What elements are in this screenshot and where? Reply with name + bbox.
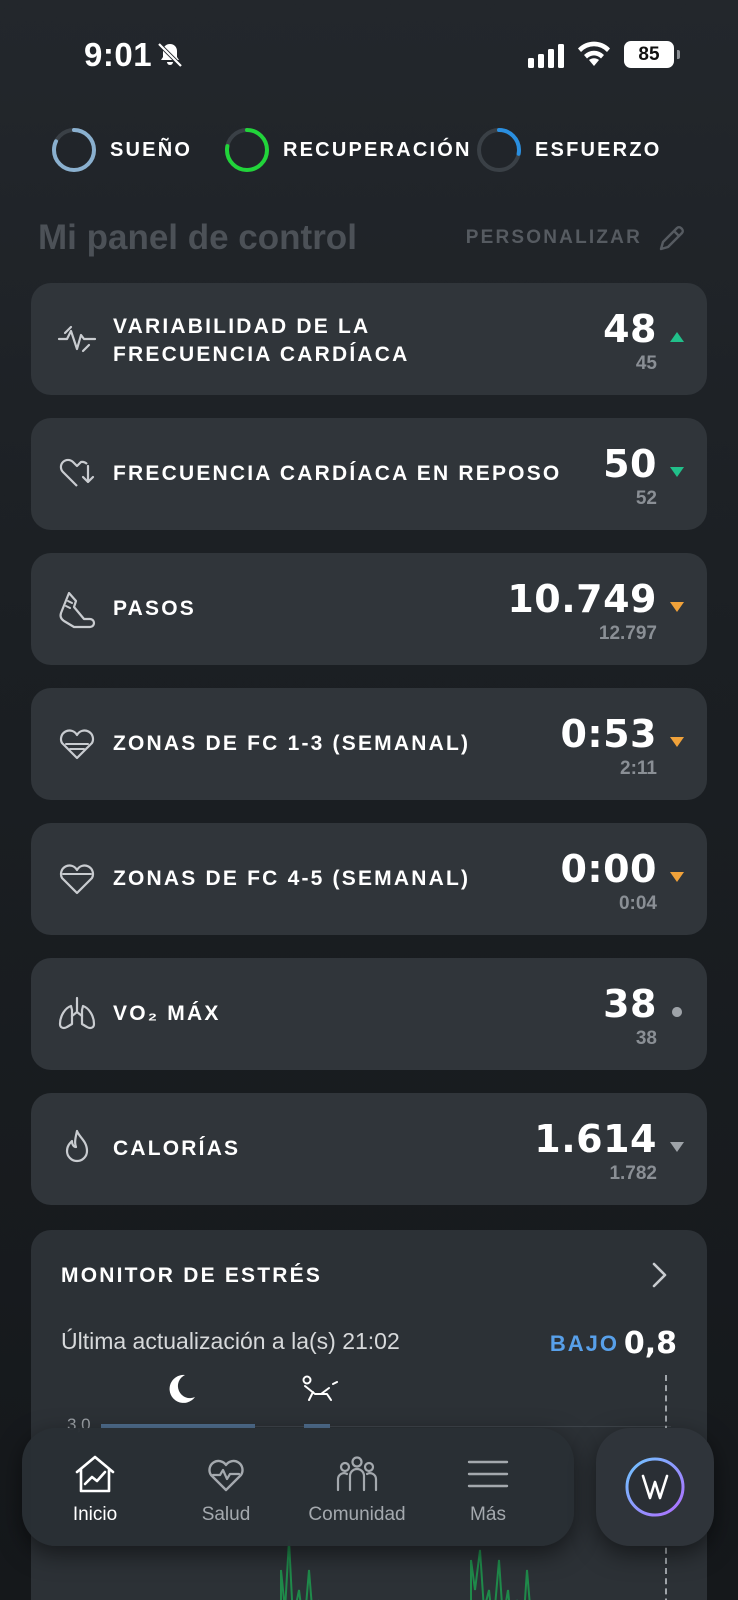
metric-value: 0:00	[560, 847, 657, 891]
metric-baseline: 12.797	[598, 623, 657, 644]
metric-label-line1: VARIABILIDAD DE LA	[113, 315, 371, 338]
metric-label: CALORÍAS	[113, 1137, 241, 1160]
metric-label-line2: FRECUENCIA CARDÍACA	[113, 343, 410, 366]
flame-icon	[65, 1129, 89, 1163]
metric-label: ZONAS DE FC 4-5 (SEMANAL)	[113, 867, 471, 890]
metric-card-hrv[interactable]: VARIABILIDAD DE LA FRECUENCIA CARDÍACA 4…	[31, 283, 707, 395]
ring-strain[interactable]: ESFUERZO	[475, 124, 662, 176]
metric-label: PASOS	[113, 597, 196, 620]
coach-logo-icon	[625, 1457, 685, 1517]
metric-card-hr-zones-4-5[interactable]: ZONAS DE FC 4-5 (SEMANAL) 0:00 0:04	[31, 823, 707, 935]
metric-baseline: 2:11	[620, 758, 657, 779]
bottom-nav: Inicio Salud Comunidad Más	[22, 1428, 574, 1546]
battery-indicator: 85	[624, 41, 680, 68]
metric-baseline: 0:04	[618, 893, 657, 914]
stress-level-badge: BAJO	[549, 1331, 619, 1356]
sleep-ring-icon	[52, 128, 96, 172]
stress-value: 0,8	[623, 1326, 677, 1361]
nav-item-comunidad[interactable]: Comunidad	[292, 1428, 422, 1546]
metric-label: VARIABILIDAD DE LA FRECUENCIA CARDÍACA	[113, 313, 410, 369]
shoe-icon	[59, 591, 96, 629]
bell-muted-icon	[157, 42, 183, 68]
metric-value: 48	[603, 307, 657, 351]
nav-label: Salud	[201, 1504, 251, 1525]
nav-item-mas[interactable]: Más	[423, 1428, 553, 1546]
stress-last-updated: Última actualización a la(s) 21:02	[61, 1328, 400, 1354]
moon-icon	[169, 1374, 195, 1403]
metric-baseline: 52	[635, 488, 657, 509]
trend-arrow-icon	[670, 602, 684, 612]
hrv-icon	[57, 325, 97, 353]
trend-arrow-icon	[670, 1142, 684, 1152]
recline-chair-icon	[302, 1375, 338, 1401]
trend-dot-icon	[672, 1007, 683, 1017]
metric-baseline: 45	[635, 353, 657, 374]
ring-sleep[interactable]: SUEÑO	[50, 124, 192, 176]
nav-item-inicio[interactable]: Inicio	[30, 1428, 160, 1546]
metric-baseline: 38	[635, 1028, 657, 1049]
ring-label-strain: ESFUERZO	[535, 138, 662, 161]
metric-card-hr-zones-1-3[interactable]: ZONAS DE FC 1-3 (SEMANAL) 0:53 2:11	[31, 688, 707, 800]
lungs-icon	[58, 996, 96, 1030]
trend-arrow-icon	[670, 737, 684, 747]
status-bar: 9:01 85	[0, 0, 738, 110]
customize-label: PERSONALIZAR	[465, 227, 642, 248]
trend-arrow-icon	[670, 467, 684, 477]
strain-ring-icon	[477, 128, 521, 172]
ring-label-recovery: RECUPERACIÓN	[283, 138, 472, 161]
metric-value: 10.749	[507, 577, 657, 621]
trend-arrow-icon	[670, 332, 684, 342]
ring-recovery[interactable]: RECUPERACIÓN	[223, 124, 472, 176]
nav-label: Comunidad	[308, 1504, 406, 1525]
metric-value: 38	[603, 982, 657, 1026]
metric-label: VO₂ MÁX	[113, 1002, 221, 1025]
metric-value: 0:53	[560, 712, 657, 756]
pencil-icon	[659, 226, 684, 251]
nav-label: Más	[470, 1504, 506, 1525]
metric-card-calories[interactable]: CALORÍAS 1.614 1.782	[31, 1093, 707, 1205]
score-rings: SUEÑO RECUPERACIÓN ESFUERZO	[50, 124, 710, 176]
resting-heart-icon	[59, 458, 95, 487]
recovery-ring-icon	[225, 128, 269, 172]
community-icon	[336, 1456, 378, 1492]
status-time: 9:01	[84, 36, 153, 73]
chevron-right-icon[interactable]	[649, 1260, 671, 1290]
stress-title: MONITOR DE ESTRÉS	[61, 1264, 323, 1287]
metric-value: 1.614	[534, 1117, 657, 1161]
customize-button[interactable]: PERSONALIZAR	[466, 222, 688, 254]
metric-value: 50	[603, 442, 657, 486]
heart-zones-low-icon	[59, 729, 95, 760]
home-chart-icon	[75, 1455, 115, 1493]
heart-zones-high-icon	[59, 864, 95, 895]
nav-label: Inicio	[72, 1504, 118, 1525]
metric-label: ZONAS DE FC 1-3 (SEMANAL)	[113, 732, 471, 755]
nav-item-salud[interactable]: Salud	[161, 1428, 291, 1546]
ring-label-sleep: SUEÑO	[110, 138, 193, 161]
menu-icon	[467, 1460, 509, 1488]
coach-button[interactable]	[596, 1428, 714, 1546]
heart-pulse-icon	[208, 1459, 244, 1492]
metric-label: FRECUENCIA CARDÍACA EN REPOSO	[113, 462, 562, 485]
metric-card-vo2-max[interactable]: VO₂ MÁX 38 38	[31, 958, 707, 1070]
wifi-icon	[578, 41, 610, 66]
cellular-signal-icon	[528, 44, 564, 68]
metric-baseline: 1.782	[609, 1163, 657, 1184]
metric-card-resting-heart-rate[interactable]: FRECUENCIA CARDÍACA EN REPOSO 50 52	[31, 418, 707, 530]
trend-arrow-icon	[670, 872, 684, 882]
page-title: Mi panel de control	[38, 218, 357, 257]
metric-card-steps[interactable]: PASOS 10.749 12.797	[31, 553, 707, 665]
